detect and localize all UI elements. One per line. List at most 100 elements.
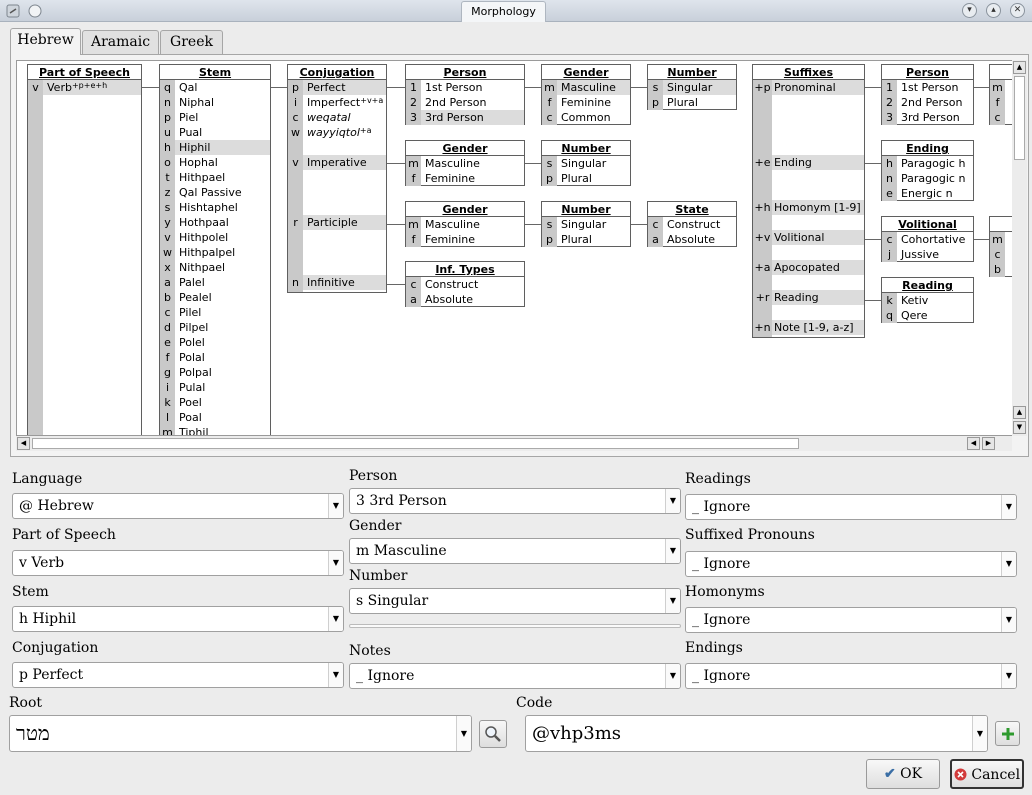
conjugation-select[interactable]: p Perfect ▼	[12, 662, 344, 688]
code-input[interactable]: @vhp3ms ▼	[525, 715, 988, 752]
suffixed-pronouns-select[interactable]: _ Ignore ▼	[685, 551, 1017, 577]
grid-row[interactable]: n Infinitive	[288, 275, 386, 290]
chevron-down-icon[interactable]: ▼	[1001, 664, 1016, 688]
grid-row[interactable]: s Singular	[648, 80, 736, 95]
grid-row[interactable]: c Construct	[406, 277, 524, 292]
grid-row[interactable]: c weqatal	[288, 110, 386, 125]
chevron-down-icon[interactable]: ▼	[328, 607, 343, 631]
grid-row[interactable]: p Piel	[160, 110, 270, 125]
grid-row[interactable]: d Pilpel	[160, 320, 270, 335]
number-select[interactable]: s Singular ▼	[349, 588, 681, 614]
grid-row[interactable]: f Feminine	[406, 232, 524, 247]
ok-button[interactable]: ✔ OK	[866, 759, 940, 789]
chevron-down-icon[interactable]: ▼	[1001, 608, 1016, 632]
grid-row[interactable]: j Jussive	[882, 247, 973, 262]
grid-row[interactable]: +e Ending	[753, 155, 864, 170]
grid-row[interactable]: 2 2nd Person	[882, 95, 973, 110]
stem-select[interactable]: h Hiphil ▼	[12, 606, 344, 632]
grid-row[interactable]: c Cohortative	[882, 232, 973, 247]
grid-row[interactable]: m Masculine	[406, 217, 524, 232]
minimize-icon[interactable]: ▾	[962, 3, 977, 18]
grid-row[interactable]: 2 2nd Person	[406, 95, 524, 110]
chevron-down-icon[interactable]: ▼	[328, 663, 343, 687]
grid-row[interactable]: x Nithpael	[160, 260, 270, 275]
chevron-down-icon[interactable]: ▼	[665, 489, 680, 513]
chevron-down-icon[interactable]: ▼	[665, 589, 680, 613]
grid-row[interactable]: q Qal	[160, 80, 270, 95]
search-button[interactable]	[479, 720, 507, 748]
grid-row[interactable]: +r Reading	[753, 290, 864, 305]
grid-row[interactable]: c Pilel	[160, 305, 270, 320]
vertical-scrollbar[interactable]: ▲ ▲ ▼	[1012, 60, 1027, 436]
grid-row[interactable]: c Construct	[648, 217, 736, 232]
grid-row[interactable]: q Qere	[882, 308, 973, 323]
grid-row[interactable]: r Participle	[288, 215, 386, 230]
grid-row[interactable]: 1 1st Person	[406, 80, 524, 95]
chevron-down-icon[interactable]: ▼	[665, 539, 680, 563]
grid-row[interactable]: p Plural	[648, 95, 736, 110]
chevron-down-icon[interactable]: ▼	[456, 716, 471, 751]
scroll-left-icon[interactable]: ◀	[17, 437, 30, 450]
tab-greek[interactable]: Greek	[160, 30, 223, 54]
vertical-scroll-thumb[interactable]	[1014, 76, 1025, 160]
chevron-down-icon[interactable]: ▼	[665, 664, 680, 688]
grid-row[interactable]: 3 3rd Person	[406, 110, 524, 125]
grid-row[interactable]: f Feminine	[406, 171, 524, 186]
grid-row[interactable]: n Paragogic n	[882, 171, 973, 186]
grid-row[interactable]: p Plural	[542, 232, 630, 247]
grid-row[interactable]: a Palel	[160, 275, 270, 290]
grid-row[interactable]: h Hiphil	[160, 140, 270, 155]
part-of-speech-select[interactable]: v Verb ▼	[12, 550, 344, 576]
chevron-down-icon[interactable]: ▼	[972, 716, 987, 751]
grid-row[interactable]: 1 1st Person	[882, 80, 973, 95]
scroll-down-icon[interactable]: ▼	[1013, 421, 1026, 434]
grid-row[interactable]: +v Volitional	[753, 230, 864, 245]
gender-select[interactable]: m Masculine ▼	[349, 538, 681, 564]
grid-row[interactable]: e Energic n	[882, 186, 973, 201]
add-button[interactable]	[995, 721, 1020, 746]
scroll-up-icon[interactable]: ▲	[1013, 61, 1026, 74]
language-select[interactable]: @ Hebrew ▼	[12, 493, 344, 519]
grid-row[interactable]: k Ketiv	[882, 293, 973, 308]
grid-row[interactable]: v Verb+p+e+h	[28, 80, 141, 95]
grid-row[interactable]: f Polal	[160, 350, 270, 365]
horizontal-scrollbar[interactable]: ◀ ◀ ▶	[16, 436, 1012, 451]
grid-row[interactable]: i Imperfect+v+a	[288, 95, 386, 110]
grid-row[interactable]: w wayyiqtol+a	[288, 125, 386, 140]
person-select[interactable]: 3 3rd Person ▼	[349, 488, 681, 514]
readings-select[interactable]: _ Ignore ▼	[685, 494, 1017, 520]
root-input[interactable]: מטר ▼	[9, 715, 472, 752]
grid-row[interactable]: +h Homonym [1-9]	[753, 200, 864, 215]
grid-row[interactable]: e Polel	[160, 335, 270, 350]
chevron-down-icon[interactable]: ▼	[1001, 552, 1016, 576]
endings-select[interactable]: _ Ignore ▼	[685, 663, 1017, 689]
scroll-right-icon[interactable]: ▶	[982, 437, 995, 450]
grid-row[interactable]: a Absolute	[648, 232, 736, 247]
grid-row[interactable]: +a Apocopated	[753, 260, 864, 275]
grid-row[interactable]: i Pulal	[160, 380, 270, 395]
chevron-down-icon[interactable]: ▼	[328, 551, 343, 575]
chevron-down-icon[interactable]: ▼	[328, 494, 343, 518]
grid-row[interactable]: h Paragogic h	[882, 156, 973, 171]
scroll-left-icon[interactable]: ◀	[967, 437, 980, 450]
cancel-button[interactable]: Cancel	[950, 759, 1024, 789]
grid-row[interactable]: k Poel	[160, 395, 270, 410]
grid-row[interactable]: u Pual	[160, 125, 270, 140]
grid-row[interactable]: m Masculine	[542, 80, 630, 95]
grid-row[interactable]: n Niphal	[160, 95, 270, 110]
grid-row[interactable]: f Feminine	[542, 95, 630, 110]
close-icon[interactable]: ✕	[1010, 3, 1025, 18]
maximize-icon[interactable]: ▴	[986, 3, 1001, 18]
grid-row[interactable]: z Qal Passive	[160, 185, 270, 200]
grid-row[interactable]: w Hithpalpel	[160, 245, 270, 260]
grid-row[interactable]: s Singular	[542, 156, 630, 171]
sticky-pin-icon[interactable]	[28, 4, 42, 18]
grid-row[interactable]: p Plural	[542, 171, 630, 186]
grid-row[interactable]: c Common	[542, 110, 630, 125]
notes-select[interactable]: _ Ignore ▼	[349, 663, 681, 689]
grid-row[interactable]: s Singular	[542, 217, 630, 232]
tab-hebrew[interactable]: Hebrew	[10, 28, 81, 55]
grid-row[interactable]: v Hithpolel	[160, 230, 270, 245]
grid-row[interactable]: g Polpal	[160, 365, 270, 380]
tab-aramaic[interactable]: Aramaic	[82, 30, 159, 54]
